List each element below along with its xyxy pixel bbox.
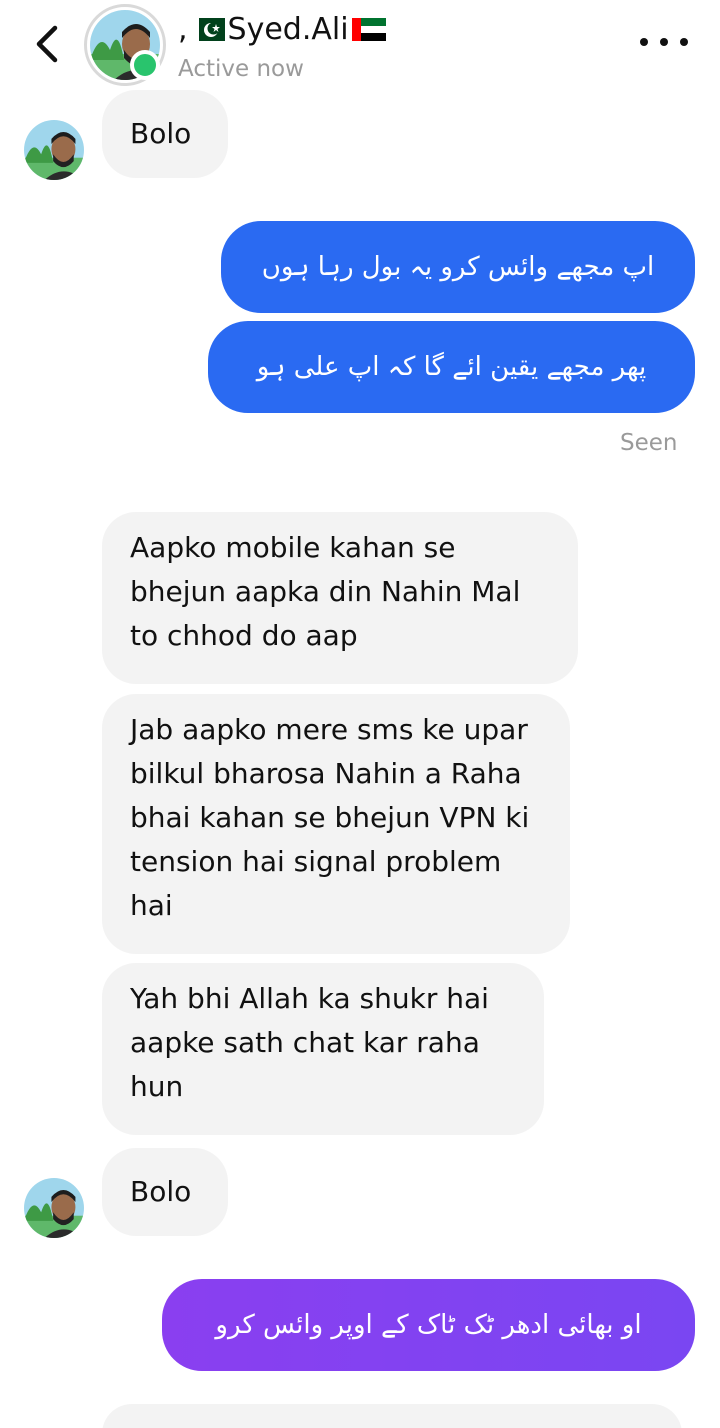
contact-avatar[interactable] xyxy=(24,120,84,180)
name-prefix: , xyxy=(178,12,188,47)
incoming-message[interactable]: Jab aapko mere sms ke upar bilkul bharos… xyxy=(102,694,570,954)
outgoing-message[interactable]: اپ مجھے وائس کرو یہ بول رہا ہوں xyxy=(221,221,695,313)
contact-avatar[interactable] xyxy=(24,1178,84,1238)
incoming-message[interactable]: Yah bhi Allah ka shukr hai aapke sath ch… xyxy=(102,963,544,1135)
chat-header: , Syed.Ali Active now xyxy=(0,0,720,96)
incoming-message[interactable]: Bolo xyxy=(102,1148,228,1236)
outgoing-message[interactable]: پھر مجھے یقین ائے گا کہ اپ علی ہو xyxy=(208,321,695,413)
back-button[interactable] xyxy=(26,20,66,68)
incoming-message[interactable]: Aapko mobile kahan se bhejun aapka din N… xyxy=(102,512,578,684)
more-options-button[interactable] xyxy=(636,30,692,54)
active-status: Active now xyxy=(178,56,304,82)
contact-name[interactable]: , Syed.Ali xyxy=(178,12,386,47)
contact-name-text: Syed.Ali xyxy=(227,12,349,47)
online-indicator xyxy=(130,50,160,80)
pakistan-flag-icon xyxy=(190,18,225,41)
dot-icon xyxy=(660,38,668,46)
chat-screen: , Syed.Ali Active now Bolo اپ مجھے وائس … xyxy=(0,0,720,1428)
chevron-left-icon xyxy=(36,25,58,63)
uae-flag-icon xyxy=(351,18,386,41)
dot-icon xyxy=(640,38,648,46)
dot-icon xyxy=(680,38,688,46)
incoming-message-partial xyxy=(102,1404,682,1428)
incoming-message[interactable]: Bolo xyxy=(102,90,228,178)
seen-receipt: Seen xyxy=(620,430,678,456)
outgoing-message[interactable]: او بھائی ادھر ٹک ٹاک کے اوپر وائس کرو xyxy=(162,1279,695,1371)
